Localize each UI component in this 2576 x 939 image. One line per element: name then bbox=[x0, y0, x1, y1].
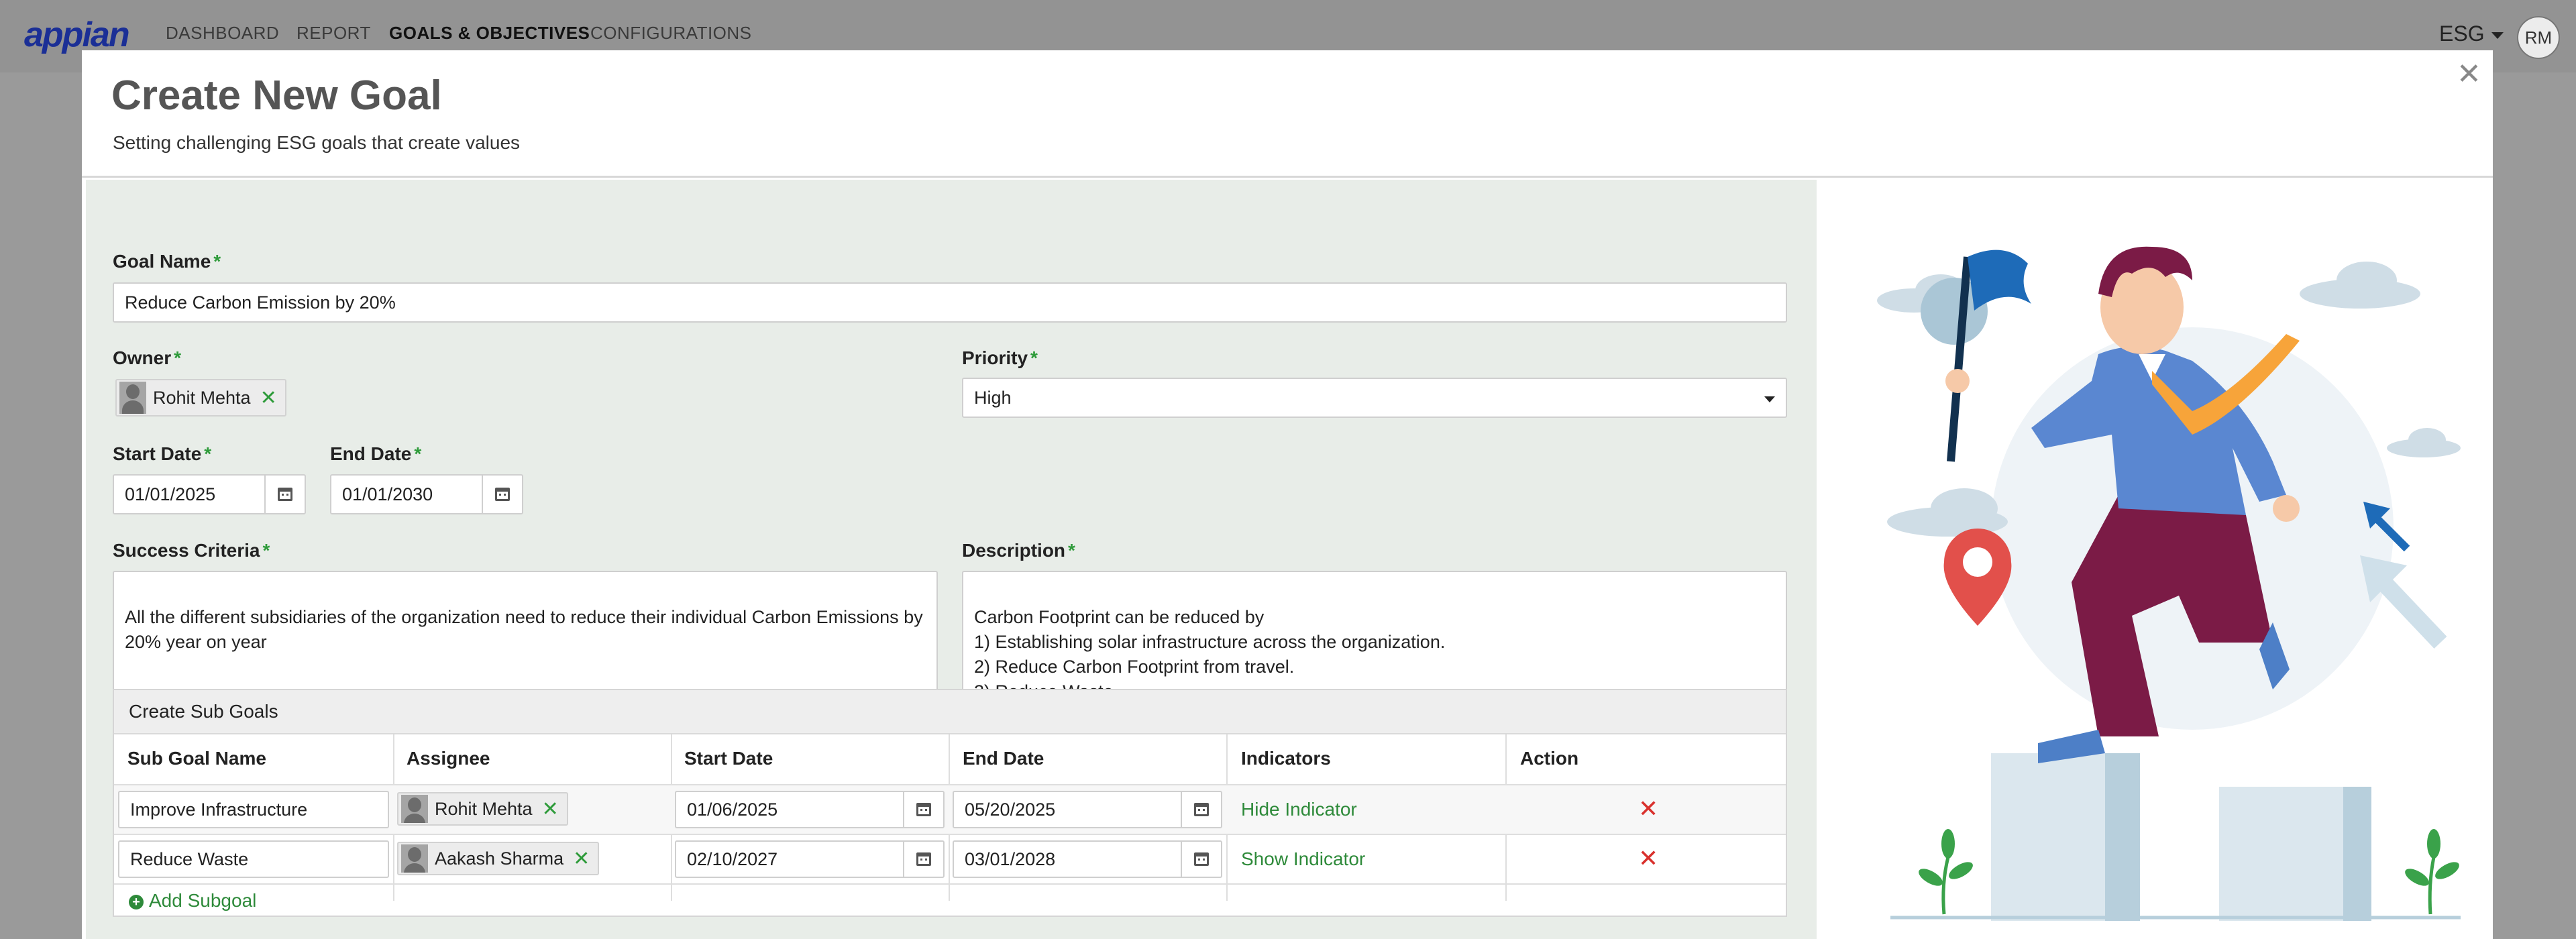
subgoal-start-date-input[interactable]: 02/10/2027 bbox=[675, 840, 945, 878]
calendar-button[interactable] bbox=[903, 842, 943, 877]
assignee-name: Rohit Mehta bbox=[435, 798, 533, 819]
chevron-down-icon bbox=[1764, 396, 1775, 402]
calendar-button[interactable] bbox=[1181, 842, 1221, 877]
subgoals-title: Create Sub Goals bbox=[129, 701, 278, 722]
end-date-label: End Date * bbox=[330, 443, 422, 464]
priority-value: High bbox=[974, 387, 1012, 408]
calendar-icon bbox=[1194, 852, 1209, 866]
owner-chip[interactable]: Rohit Mehta ✕ bbox=[115, 379, 286, 417]
add-subgoal-label: Add Subgoal bbox=[149, 890, 257, 911]
goal-name-label: Goal Name * bbox=[113, 251, 221, 272]
subgoal-start-date-value: 01/06/2025 bbox=[687, 799, 778, 820]
subgoal-name-value: Improve Infrastructure bbox=[130, 799, 308, 820]
running-man-illustration bbox=[1877, 246, 2461, 921]
goal-name-value: Reduce Carbon Emission by 20% bbox=[125, 292, 396, 313]
end-date-input[interactable]: 01/01/2030 bbox=[330, 474, 523, 514]
column-header: Start Date bbox=[684, 748, 773, 769]
remove-row-icon[interactable]: ✕ bbox=[1638, 795, 1658, 823]
subgoal-end-date-value: 03/01/2028 bbox=[965, 848, 1056, 869]
user-avatar-icon bbox=[119, 382, 146, 414]
column-header: Indicators bbox=[1241, 748, 1331, 769]
priority-label: Priority * bbox=[962, 347, 1038, 368]
remove-assignee-icon[interactable]: ✕ bbox=[573, 847, 590, 871]
show-indicator-link[interactable]: Show Indicator bbox=[1241, 848, 1365, 870]
subgoal-end-date-input[interactable]: 05/20/2025 bbox=[953, 791, 1222, 828]
column-header: Action bbox=[1520, 748, 1579, 769]
user-avatar-icon bbox=[401, 844, 428, 873]
add-subgoal-link[interactable]: + Add Subgoal bbox=[129, 890, 256, 912]
nav-configurations[interactable]: CONFIGURATIONS bbox=[590, 23, 752, 44]
assignee-chip[interactable]: Rohit Mehta ✕ bbox=[397, 792, 568, 826]
calendar-icon bbox=[916, 852, 931, 866]
subgoal-name-input[interactable]: Reduce Waste bbox=[118, 840, 389, 878]
subgoal-start-date-input[interactable]: 01/06/2025 bbox=[675, 791, 945, 828]
owner-name: Rohit Mehta bbox=[153, 387, 251, 408]
modal-subtitle: Setting challenging ESG goals that creat… bbox=[113, 132, 521, 153]
subgoals-grid: Create Sub Goals Sub Goal Name Assignee … bbox=[113, 689, 1787, 917]
plus-circle-icon: + bbox=[129, 894, 144, 909]
remove-owner-icon[interactable]: ✕ bbox=[260, 386, 277, 410]
start-date-value: 01/01/2025 bbox=[125, 484, 216, 504]
appian-logo[interactable]: appian bbox=[24, 15, 130, 55]
remove-row-icon[interactable]: ✕ bbox=[1638, 844, 1658, 873]
modal-header: Create New Goal Setting challenging ESG … bbox=[82, 50, 2493, 178]
start-date-label: Start Date * bbox=[113, 443, 212, 464]
start-date-input[interactable]: 01/01/2025 bbox=[113, 474, 306, 514]
assignee-chip[interactable]: Aakash Sharma ✕ bbox=[397, 842, 600, 875]
success-criteria-label: Success Criteria * bbox=[113, 540, 270, 561]
description-label: Description * bbox=[962, 540, 1075, 561]
user-avatar[interactable]: RM bbox=[2517, 16, 2560, 59]
app-switcher[interactable]: ESG bbox=[2439, 21, 2504, 46]
user-avatar-icon bbox=[401, 795, 428, 823]
remove-assignee-icon[interactable]: ✕ bbox=[542, 797, 559, 821]
owner-label: Owner * bbox=[113, 347, 182, 368]
assignee-name: Aakash Sharma bbox=[435, 848, 564, 869]
illustration-panel bbox=[1817, 180, 2493, 939]
hide-indicator-link[interactable]: Hide Indicator bbox=[1241, 799, 1357, 820]
calendar-button[interactable] bbox=[903, 792, 943, 827]
subgoal-end-date-input[interactable]: 03/01/2028 bbox=[953, 840, 1222, 878]
end-date-value: 01/01/2030 bbox=[342, 484, 433, 504]
column-header: Assignee bbox=[407, 748, 490, 769]
description-value: Carbon Footprint can be reduced by 1) Es… bbox=[974, 607, 1446, 702]
calendar-icon bbox=[278, 488, 292, 501]
subgoal-start-date-value: 02/10/2027 bbox=[687, 848, 778, 869]
subgoal-name-input[interactable]: Improve Infrastructure bbox=[118, 791, 389, 828]
close-icon[interactable]: ✕ bbox=[2457, 57, 2481, 91]
calendar-icon bbox=[1194, 803, 1209, 816]
nav-goals-objectives[interactable]: GOALS & OBJECTIVES bbox=[389, 23, 590, 44]
success-criteria-value: All the different subsidiaries of the or… bbox=[125, 607, 923, 652]
calendar-button[interactable] bbox=[264, 476, 305, 513]
goal-name-input[interactable]: Reduce Carbon Emission by 20% bbox=[113, 282, 1787, 323]
success-criteria-textarea[interactable]: All the different subsidiaries of the or… bbox=[113, 571, 938, 708]
subgoals-header: Create Sub Goals bbox=[114, 690, 1786, 734]
description-textarea[interactable]: Carbon Footprint can be reduced by 1) Es… bbox=[962, 571, 1787, 708]
column-header: End Date bbox=[963, 748, 1044, 769]
modal-title: Create New Goal bbox=[111, 72, 442, 119]
create-goal-modal: Create New Goal Setting challenging ESG … bbox=[82, 50, 2493, 939]
nav-dashboard[interactable]: DASHBOARD bbox=[166, 23, 279, 44]
priority-select[interactable]: High bbox=[962, 378, 1787, 418]
app-switcher-label: ESG bbox=[2439, 21, 2485, 46]
column-header: Sub Goal Name bbox=[127, 748, 266, 769]
calendar-button[interactable] bbox=[482, 476, 522, 513]
calendar-icon bbox=[916, 803, 931, 816]
subgoal-end-date-value: 05/20/2025 bbox=[965, 799, 1056, 820]
chevron-down-icon bbox=[2491, 32, 2504, 39]
calendar-icon bbox=[495, 488, 510, 501]
subgoal-name-value: Reduce Waste bbox=[130, 848, 249, 869]
nav-report[interactable]: REPORT bbox=[297, 23, 371, 44]
calendar-button[interactable] bbox=[1181, 792, 1221, 827]
